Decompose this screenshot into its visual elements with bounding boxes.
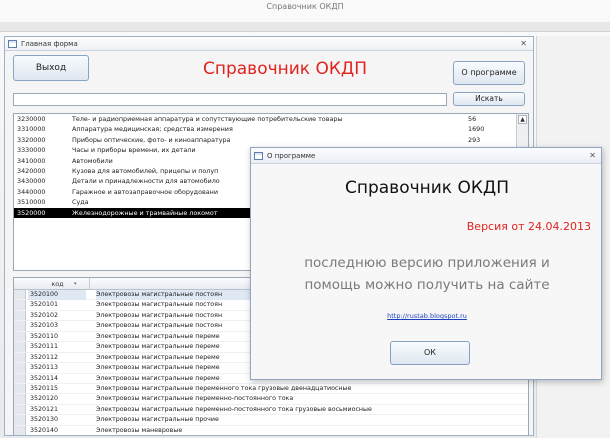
row-selector[interactable] [14, 425, 26, 435]
about-dialog-titlebar[interactable]: О программе ✕ [251, 148, 601, 164]
row-code: 3520120 [30, 395, 59, 403]
row-selector[interactable] [14, 383, 26, 394]
about-text: последнюю версию приложения и помощь мож… [251, 252, 603, 296]
search-input[interactable] [13, 93, 447, 106]
row-code: 3520121 [30, 405, 59, 413]
row-code: 3520110 [30, 332, 59, 340]
row-name: Электровозы магистральные прочие [96, 416, 219, 424]
list-item-code: 3320000 [17, 135, 46, 144]
row-selector[interactable] [14, 394, 26, 404]
list-item-code: 3330000 [17, 146, 46, 155]
row-name: Электровозы магистральные переменно-пост… [96, 395, 294, 403]
row-selector[interactable] [14, 331, 26, 342]
website-link[interactable]: http://rustab.blogspot.ru [251, 312, 603, 320]
table-row[interactable]: 3520130 Электровозы магистральные прочие [14, 415, 528, 426]
row-selector[interactable] [14, 404, 26, 415]
row-code: 3520112 [30, 353, 59, 361]
row-name: Электровозы магистральные переменно-пост… [96, 405, 372, 413]
table-row[interactable]: 3520115 Электровозы магистральные перемен… [14, 383, 528, 395]
list-item-code: 3420000 [17, 166, 46, 175]
list-item-count: 293 [468, 135, 481, 144]
row-name: Электровозы магистральные переменного то… [96, 384, 352, 392]
about-dialog: О программе ✕ Справочник ОКДП Версия от … [250, 147, 602, 380]
sort-dropdown-icon[interactable]: ▾ [74, 278, 77, 290]
list-item-code: 3520000 [17, 208, 46, 217]
row-selector[interactable] [14, 321, 26, 331]
main-form-title: Главная форма [21, 40, 78, 48]
list-item-count: 1690 [468, 125, 485, 134]
main-form-close-icon[interactable]: ✕ [520, 37, 527, 51]
form-icon [254, 152, 263, 160]
exit-button[interactable]: Выход [13, 55, 89, 81]
table-row[interactable]: 3520120 Электровозы магистральные перемен… [14, 394, 528, 405]
row-code: 3520130 [30, 416, 59, 424]
list-item-code: 3510000 [17, 198, 46, 207]
grid-header-code[interactable]: код [26, 278, 90, 290]
row-selector[interactable] [14, 342, 26, 352]
list-item[interactable]: 3230000 Теле- и радиоприемная аппаратура … [14, 114, 528, 124]
row-name: Электровозы маневровые [96, 426, 183, 434]
row-selector[interactable] [14, 310, 26, 321]
list-item-count: 56 [468, 115, 477, 123]
main-form-titlebar[interactable]: Главная форма ✕ [5, 37, 533, 51]
row-code: 3520101 [30, 301, 59, 309]
row-selector[interactable] [14, 373, 26, 383]
row-code: 3520114 [30, 374, 59, 382]
list-item[interactable]: 3320000 Приборы оптические, фото- и киноа… [14, 135, 528, 145]
row-selector[interactable] [14, 352, 26, 363]
row-code: 3520111 [30, 343, 59, 351]
about-button[interactable]: О программе [453, 61, 525, 85]
form-icon [8, 40, 17, 48]
app-title: Справочник ОКДП [266, 2, 344, 11]
list-item-code: 3440000 [17, 187, 46, 196]
about-close-icon[interactable]: ✕ [589, 148, 596, 164]
row-code: 3520113 [30, 364, 59, 372]
row-code: 3520115 [30, 384, 59, 392]
row-code: 3520140 [30, 426, 59, 434]
about-text-line2: помощь можно получить на сайте [304, 277, 550, 293]
list-item-code: 3410000 [17, 156, 46, 165]
list-item[interactable]: 3310000 Аппаратура медицинская; средства … [14, 124, 528, 134]
about-heading: Справочник ОКДП [344, 178, 509, 198]
row-selector[interactable] [14, 300, 26, 310]
list-item-name: Аппаратура медицинская; средства измерен… [72, 125, 233, 134]
about-dialog-title: О программе [267, 152, 316, 160]
search-button[interactable]: Искать [453, 92, 525, 106]
table-row[interactable]: 3520140 Электровозы маневровые [14, 425, 528, 435]
row-code: 3520102 [30, 311, 59, 319]
row-selector[interactable] [14, 415, 26, 425]
list-item-name: Теле- и радиоприемная аппаратура и сопут… [72, 115, 343, 123]
ok-button[interactable]: ОК [390, 341, 470, 365]
list-item-code: 3230000 [17, 115, 46, 123]
grid-header-code-label: код [51, 280, 64, 288]
row-selector[interactable] [14, 363, 26, 373]
app-ribbon-bar [0, 22, 610, 32]
list-item-name: Приборы оптические, фото- и киноаппарату… [72, 135, 231, 144]
app-window: Справочник ОКДП Главная форма ✕ Выход Сп… [0, 0, 610, 438]
list-item-code: 3430000 [17, 177, 46, 186]
row-code: 3520103 [30, 322, 59, 330]
about-version: Версия от 24.04.2013 [466, 220, 591, 233]
main-heading: Справочник ОКДП [202, 59, 367, 79]
scroll-up-icon[interactable]: ▲ [518, 115, 527, 124]
list-item-code: 3310000 [17, 125, 46, 134]
row-selector[interactable] [14, 290, 26, 300]
table-row[interactable]: 3520121 Электровозы магистральные перемен… [14, 404, 528, 416]
about-text-line1: последнюю версию приложения и [304, 255, 550, 271]
row-code: 3520100 [28, 290, 86, 301]
